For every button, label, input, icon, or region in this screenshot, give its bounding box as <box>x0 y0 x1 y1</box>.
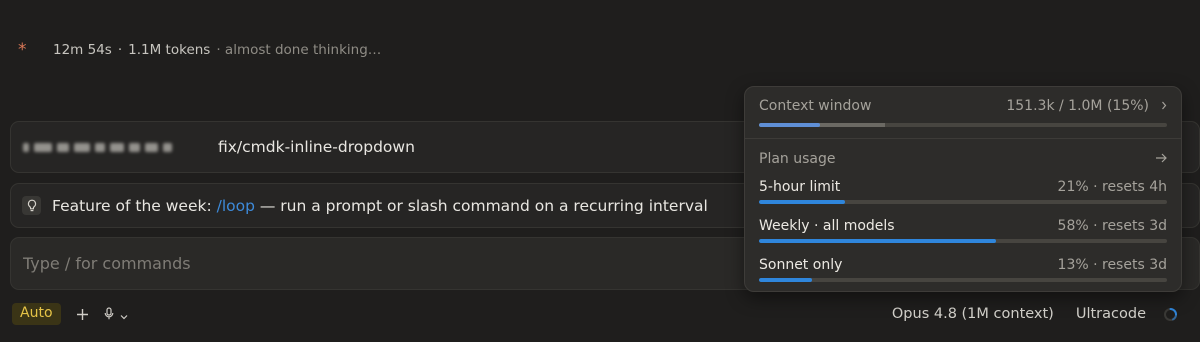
context-window-row[interactable]: Context window 151.3k / 1.0M (15%) <box>759 96 1167 116</box>
limit-row-5-hour: 5-hour limit 21% · resets 4h <box>759 177 1167 197</box>
feature-text: Feature of the week: /loop — run a promp… <box>52 197 708 215</box>
ultracode-mode[interactable]: Ultracode <box>1076 306 1146 322</box>
branch-name: fix/cmdk-inline-dropdown <box>218 138 415 156</box>
limit-row-sonnet: Sonnet only 13% · resets 3d <box>759 255 1167 275</box>
mode-auto-button[interactable]: Auto <box>12 303 61 325</box>
context-window-label: Context window <box>759 98 872 114</box>
plan-usage-row[interactable]: Plan usage <box>759 149 1167 169</box>
thinking-separator: · <box>117 42 123 58</box>
plan-usage-label: Plan usage <box>759 151 836 167</box>
thinking-elapsed: 12m 54s <box>53 42 112 58</box>
model-selector[interactable]: Opus 4.8 (1M context) <box>892 306 1054 322</box>
limit-value: 21% · resets 4h <box>1057 179 1167 195</box>
limit-bar-5-hour <box>759 200 1167 204</box>
context-usage-popover: Context window 151.3k / 1.0M (15%) Plan … <box>744 86 1182 292</box>
limit-row-weekly: Weekly · all models 58% · resets 3d <box>759 216 1167 236</box>
feature-description: — run a prompt or slash command on a rec… <box>254 196 708 215</box>
toolbar-right: Opus 4.8 (1M context) Ultracode <box>892 303 1178 325</box>
spinner-icon <box>1163 307 1178 322</box>
limit-bar-fill <box>759 239 996 243</box>
arrow-right-icon <box>1155 151 1167 167</box>
popover-divider <box>745 138 1181 139</box>
chevron-right-icon <box>1161 98 1167 114</box>
context-window-bar <box>759 123 1167 127</box>
context-window-bar-fill <box>759 123 821 127</box>
thinking-status: * 12m 54s · 1.1M tokens · almost done th… <box>18 40 381 60</box>
lightbulb-icon <box>22 196 41 215</box>
plus-icon[interactable] <box>74 305 92 323</box>
redacted-text <box>23 138 193 156</box>
limit-bar-weekly <box>759 239 1167 243</box>
thinking-tokens: 1.1M tokens <box>128 42 211 58</box>
limit-value: 58% · resets 3d <box>1057 218 1167 234</box>
command-input[interactable] <box>23 248 723 279</box>
toolbar: Auto <box>12 303 128 325</box>
context-window-value: 151.3k / 1.0M (15%) <box>1006 98 1149 114</box>
limit-value: 13% · resets 3d <box>1057 257 1167 273</box>
thinking-asterisk: * <box>18 39 27 60</box>
limit-bar-sonnet <box>759 278 1167 282</box>
limit-label: 5-hour limit <box>759 179 841 195</box>
feature-command-link[interactable]: /loop <box>217 197 255 215</box>
thinking-status-text: · almost done thinking… <box>216 42 382 58</box>
microphone-dropdown-button[interactable] <box>104 305 128 323</box>
feature-prefix: Feature of the week: <box>52 196 217 215</box>
limit-label: Sonnet only <box>759 257 843 273</box>
limit-bar-fill <box>759 200 845 204</box>
limit-bar-fill <box>759 278 813 282</box>
chevron-down-icon <box>120 305 128 324</box>
limit-label: Weekly · all models <box>759 218 895 234</box>
microphone-icon <box>104 305 114 324</box>
